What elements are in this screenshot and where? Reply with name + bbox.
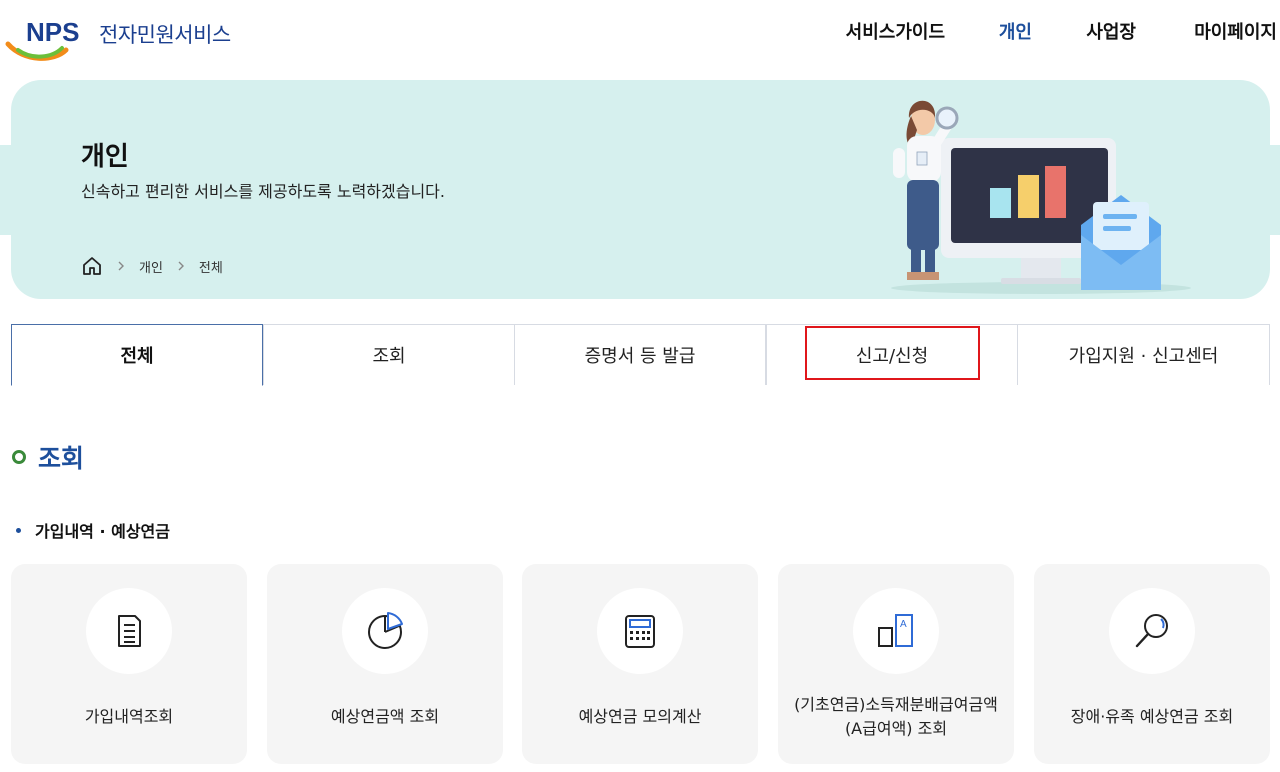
nav-workplace[interactable]: 사업장 (1086, 18, 1136, 44)
card-label: 예상연금액 조회 (330, 707, 440, 726)
page-subtitle: 신속하고 편리한 서비스를 제공하도록 노력하겠습니다. (81, 182, 445, 201)
tab-inquiry[interactable]: 조회 (263, 324, 515, 385)
section-heading: 조회 (12, 440, 84, 474)
magnifier-icon (1109, 588, 1195, 674)
section-title: 조회 (38, 444, 85, 473)
breadcrumb: 개인 전체 (81, 255, 223, 277)
card-label: (기초연금)소득재분배급여금액(A급여액) 조회 (794, 695, 998, 738)
tab-report-apply[interactable]: 신고/신청 (766, 324, 1018, 385)
card-label: 가입내역조회 (84, 707, 174, 726)
circle-bullet-icon (12, 450, 26, 464)
hero-banner: 개인 신속하고 편리한 서비스를 제공하도록 노력하겠습니다. 개인 전체 (11, 80, 1270, 299)
nav-service-guide[interactable]: 서비스가이드 (846, 18, 945, 44)
card-label: 장애·유족 예상연금 조회 (1070, 707, 1234, 726)
subsection-title: 가입내역 · 예상연금 (35, 522, 170, 541)
svg-text:NPS: NPS (26, 17, 79, 47)
calculator-icon (597, 588, 683, 674)
page-title: 개인 (81, 142, 129, 172)
document-icon (86, 588, 172, 674)
svg-text:A: A (900, 619, 907, 630)
tab-certificate[interactable]: 증명서 등 발급 (514, 324, 766, 385)
service-card[interactable]: A (기초연금)소득재분배급여금액(A급여액) 조회 (778, 564, 1014, 764)
subsection-heading: 가입내역 · 예상연금 (16, 519, 170, 541)
card-label: 예상연금 모의계산 (578, 707, 702, 726)
pie-chart-icon (342, 588, 428, 674)
site-header: NPS 전자민원서비스 서비스가이드 개인 사업장 마이페이지 (0, 0, 1280, 70)
a-value-icon: A (853, 588, 939, 674)
service-card[interactable]: 가입내역조회 (11, 564, 247, 764)
tab-enrollment-support[interactable]: 가입지원 · 신고센터 (1017, 324, 1270, 385)
hero-illustration (891, 100, 1191, 294)
tab-all[interactable]: 전체 (11, 324, 263, 386)
service-card[interactable]: 장애·유족 예상연금 조회 (1034, 564, 1270, 764)
dot-bullet-icon (16, 527, 21, 533)
service-card[interactable]: 예상연금 모의계산 (522, 564, 758, 764)
breadcrumb-item-all[interactable]: 전체 (199, 257, 223, 276)
service-card[interactable]: 예상연금액 조회 (267, 564, 503, 764)
home-icon[interactable] (81, 255, 103, 277)
nps-logo[interactable]: NPS 전자민원서비스 (4, 14, 244, 64)
nps-logo-mark: NPS (5, 17, 79, 61)
category-tabs: 전체 조회 증명서 등 발급 신고/신청 가입지원 · 신고센터 (11, 324, 1270, 386)
nav-personal[interactable]: 개인 (999, 18, 1032, 44)
nav-mypage[interactable]: 마이페이지 (1194, 18, 1277, 44)
logo-service-name: 전자민원서비스 (99, 23, 231, 47)
breadcrumb-item-personal[interactable]: 개인 (139, 257, 163, 276)
chevron-right-icon (117, 261, 127, 271)
chevron-right-icon (177, 261, 187, 271)
